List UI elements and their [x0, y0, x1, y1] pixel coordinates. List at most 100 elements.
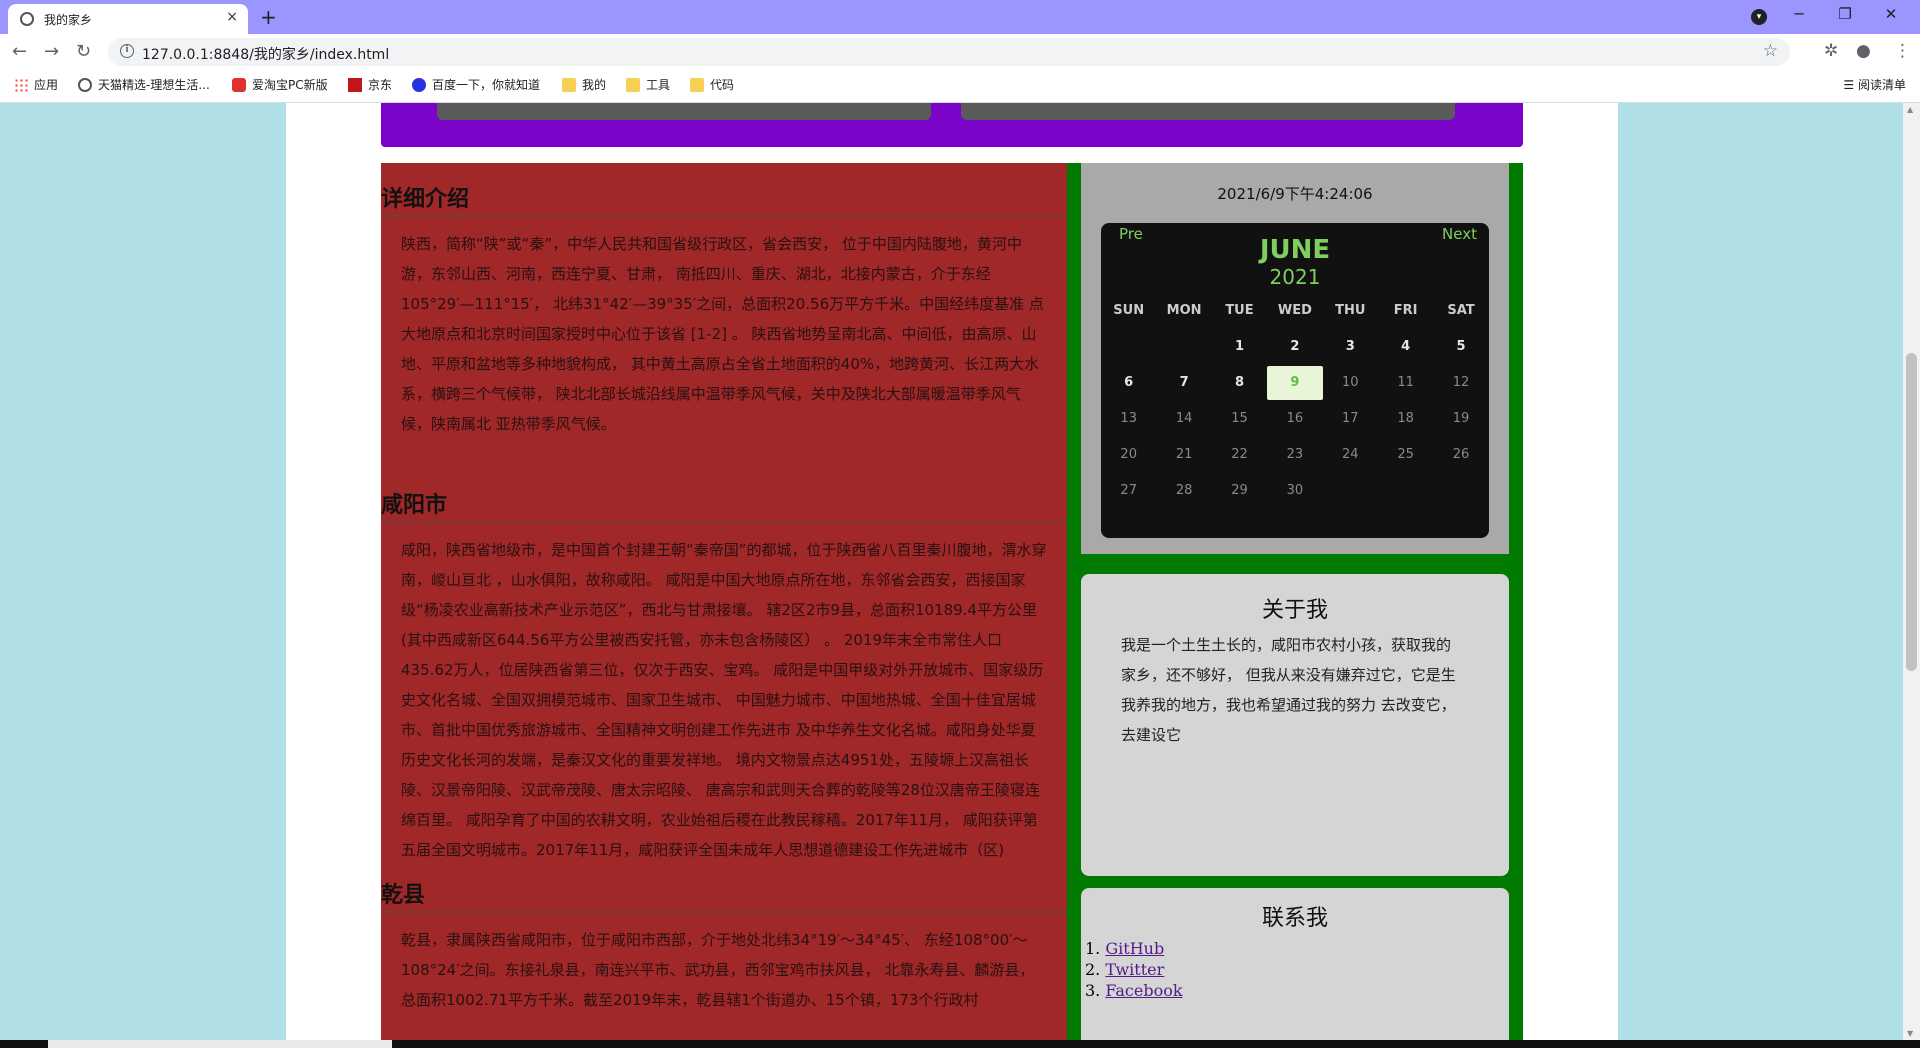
header-box-left: [437, 103, 931, 120]
calendar-day[interactable]: 11: [1378, 365, 1433, 401]
forward-button[interactable]: →: [44, 41, 59, 62]
contact-item-github: 1. GitHub: [1085, 939, 1165, 958]
folder-icon: [562, 77, 576, 92]
bookmark-folder-mine[interactable]: 我的: [562, 76, 606, 93]
calendar-year: 2021: [1269, 265, 1321, 289]
calendar-day[interactable]: 19: [1433, 401, 1488, 437]
section-text-qianxian: 乾县，隶属陕西省咸阳市，位于咸阳市西部，介于地处北纬34°19′～34°45′、…: [401, 931, 1035, 1009]
calendar-day[interactable]: 26: [1433, 437, 1488, 473]
calendar-day-empty: [1156, 329, 1211, 365]
calendar-day[interactable]: 4: [1378, 329, 1433, 365]
twitter-link[interactable]: Twitter: [1105, 960, 1164, 979]
calendar-weekday: THU: [1335, 303, 1366, 318]
calendar-day-today[interactable]: 9: [1267, 366, 1323, 400]
calendar-day[interactable]: 24: [1323, 437, 1378, 473]
bookmark-star-icon[interactable]: ☆: [1763, 41, 1778, 61]
header-banner: [381, 103, 1523, 147]
tab-search-icon[interactable]: ▾: [1751, 9, 1767, 25]
taskbar-item[interactable]: [48, 1040, 392, 1048]
bookmarks-bar: 应用 天猫精选-理想生活... 爱淘宝PC新版 京东 百度一下，你就知道 我的 …: [0, 70, 1920, 103]
sidebar: 2021/6/9下午4:24:06 Pre Next JUNE 2021 SUN…: [1067, 163, 1523, 1040]
calendar-day-empty: [1433, 473, 1488, 509]
about-title: 关于我: [1261, 598, 1328, 623]
browser-toolbar: ← → ↻ i 127.0.0.1:8848/我的家乡/index.html ☆…: [0, 34, 1920, 70]
scrollbar-thumb[interactable]: [1906, 353, 1917, 671]
calendar-day[interactable]: 2: [1267, 329, 1322, 365]
calendar-day[interactable]: 16: [1267, 401, 1322, 437]
calendar-grid: SUN MON TUE WED THU FRI SAT 1 2 3 4 5 6 7 8 9 10 11 12 13 14…: [1101, 293, 1489, 509]
bookmark-apps[interactable]: 应用: [14, 76, 58, 93]
calendar-day[interactable]: 25: [1378, 437, 1433, 473]
calendar-day[interactable]: 3: [1323, 329, 1378, 365]
calendar-day[interactable]: 21: [1156, 437, 1211, 473]
contact-title: 联系我: [1261, 906, 1328, 931]
folder-icon: [626, 77, 640, 92]
address-bar[interactable]: i 127.0.0.1:8848/我的家乡/index.html ☆: [108, 38, 1790, 66]
calendar-day[interactable]: 22: [1212, 437, 1267, 473]
extensions-icon[interactable]: ✲: [1824, 41, 1838, 61]
folder-icon: [690, 77, 704, 92]
back-button[interactable]: ←: [12, 41, 27, 62]
header-box-right: [961, 103, 1455, 120]
contact-list: 1. GitHub 2. Twitter 3. Facebook: [1081, 938, 1509, 1001]
calendar-day[interactable]: 13: [1101, 401, 1156, 437]
calendar-day[interactable]: 5: [1433, 329, 1488, 365]
calendar-day[interactable]: 28: [1156, 473, 1211, 509]
tab-title: 我的家乡: [44, 13, 93, 27]
contact-card: 联系我 1. GitHub 2. Twitter 3. Facebook: [1081, 888, 1509, 1040]
clock-panel: 2021/6/9下午4:24:06 Pre Next JUNE 2021 SUN…: [1081, 163, 1509, 554]
scroll-up-arrow-icon[interactable]: ▲: [1907, 105, 1913, 114]
globe-icon: [78, 77, 92, 92]
site-info-icon[interactable]: i: [120, 44, 134, 58]
section-title-qianxian: 乾县: [381, 877, 1067, 913]
calendar-day[interactable]: 23: [1267, 437, 1322, 473]
new-tab-button[interactable]: +: [260, 5, 277, 29]
reload-button[interactable]: ↻: [76, 41, 91, 62]
reading-list-button[interactable]: ☰ 阅读清单: [1843, 76, 1906, 93]
window-close-button[interactable]: ✕: [1868, 5, 1914, 23]
calendar-day[interactable]: 12: [1433, 365, 1488, 401]
account-icon[interactable]: ●: [1856, 41, 1871, 61]
bookmark-jd[interactable]: 京东: [348, 76, 392, 93]
minimize-button[interactable]: ─: [1776, 5, 1822, 23]
bookmark-folder-code[interactable]: 代码: [690, 76, 734, 93]
calendar-day[interactable]: 27: [1101, 473, 1156, 509]
section-title-xianyang: 咸阳市: [381, 451, 1067, 523]
bookmark-tmall[interactable]: 天猫精选-理想生活...: [78, 76, 210, 93]
calendar-day-empty: [1378, 473, 1433, 509]
page-scrollbar[interactable]: ▲ ▼: [1903, 103, 1920, 1040]
calendar-weekday: FRI: [1393, 303, 1418, 318]
calendar-weekday: SUN: [1113, 303, 1145, 318]
calendar-day[interactable]: 8: [1212, 365, 1267, 401]
page-viewport: 详细介绍 陕西，简称“陕”或“秦”，中华人民共和国省级行政区，省会西安， 位于中…: [0, 103, 1903, 1040]
calendar-weekday: TUE: [1225, 303, 1254, 318]
bookmark-baidu[interactable]: 百度一下，你就知道: [412, 76, 540, 93]
bookmark-folder-tools[interactable]: 工具: [626, 76, 670, 93]
calendar-week-row: 6 7 8 9 10 11 12: [1101, 365, 1489, 401]
calendar-day[interactable]: 29: [1212, 473, 1267, 509]
tab-close-icon[interactable]: ×: [226, 9, 238, 25]
apps-grid-icon: [14, 77, 28, 92]
restore-button[interactable]: ❐: [1822, 5, 1868, 23]
facebook-link[interactable]: Facebook: [1105, 981, 1182, 1000]
calendar-day[interactable]: 7: [1156, 365, 1211, 401]
browser-menu-icon[interactable]: ⋮: [1894, 41, 1911, 61]
browser-tab[interactable]: 我的家乡 ×: [8, 4, 248, 34]
calendar-day[interactable]: 10: [1323, 365, 1378, 401]
calendar-day[interactable]: 30: [1267, 473, 1322, 509]
calendar-day[interactable]: 20: [1101, 437, 1156, 473]
calendar-week-row: 12345: [1101, 329, 1489, 365]
section-text-xianyang: 咸阳，陕西省地级市，是中国首个封建王朝“秦帝国”的都城，位于陕西省八百里秦川腹地…: [401, 541, 1047, 859]
calendar-day[interactable]: 6: [1101, 365, 1156, 401]
calendar-day[interactable]: 15: [1212, 401, 1267, 437]
github-link[interactable]: GitHub: [1105, 939, 1164, 958]
about-text: 我是一个土生土长的，咸阳市农村小孩，获取我的家乡，还不够好， 但我从来没有嫌弃过…: [1121, 636, 1456, 744]
scroll-down-arrow-icon[interactable]: ▼: [1907, 1029, 1913, 1038]
calendar-day[interactable]: 1: [1212, 329, 1267, 365]
os-taskbar: [0, 1040, 1920, 1048]
bookmark-aitaobao[interactable]: 爱淘宝PC新版: [232, 76, 328, 93]
calendar-day[interactable]: 18: [1378, 401, 1433, 437]
calendar-day[interactable]: 17: [1323, 401, 1378, 437]
calendar-day[interactable]: 14: [1156, 401, 1211, 437]
url-text[interactable]: 127.0.0.1:8848/我的家乡/index.html: [142, 44, 389, 64]
